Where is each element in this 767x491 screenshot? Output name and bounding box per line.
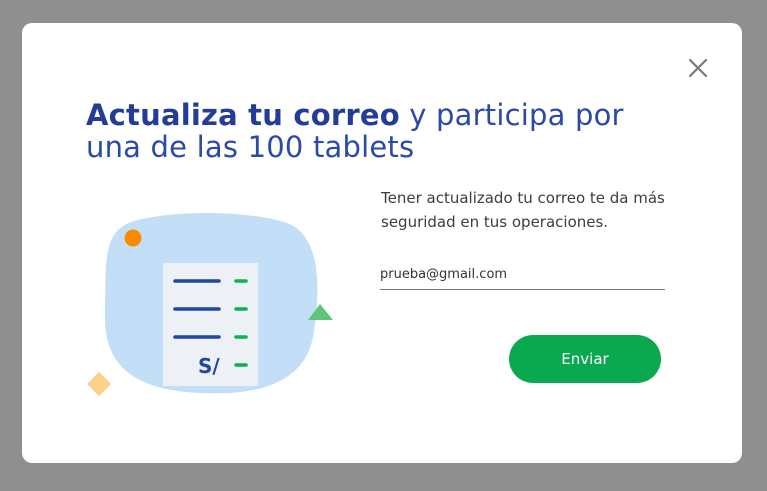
orange-dot-decoration (124, 229, 142, 247)
email-update-modal: Actualiza tu correo y participa por una … (22, 23, 742, 463)
submit-button[interactable]: Enviar (509, 335, 661, 383)
document-illustration: S/ (82, 201, 342, 401)
close-icon (688, 58, 708, 78)
modal-title: Actualiza tu correo y participa por una … (86, 99, 686, 163)
close-button[interactable] (686, 56, 710, 80)
modal-description: Tener actualizado tu correo te da más se… (381, 189, 665, 231)
modal-title-highlight: Actualiza tu correo (86, 98, 400, 132)
email-input[interactable] (380, 261, 665, 290)
currency-label: S/ (198, 354, 220, 378)
yellow-diamond-decoration (87, 372, 111, 396)
